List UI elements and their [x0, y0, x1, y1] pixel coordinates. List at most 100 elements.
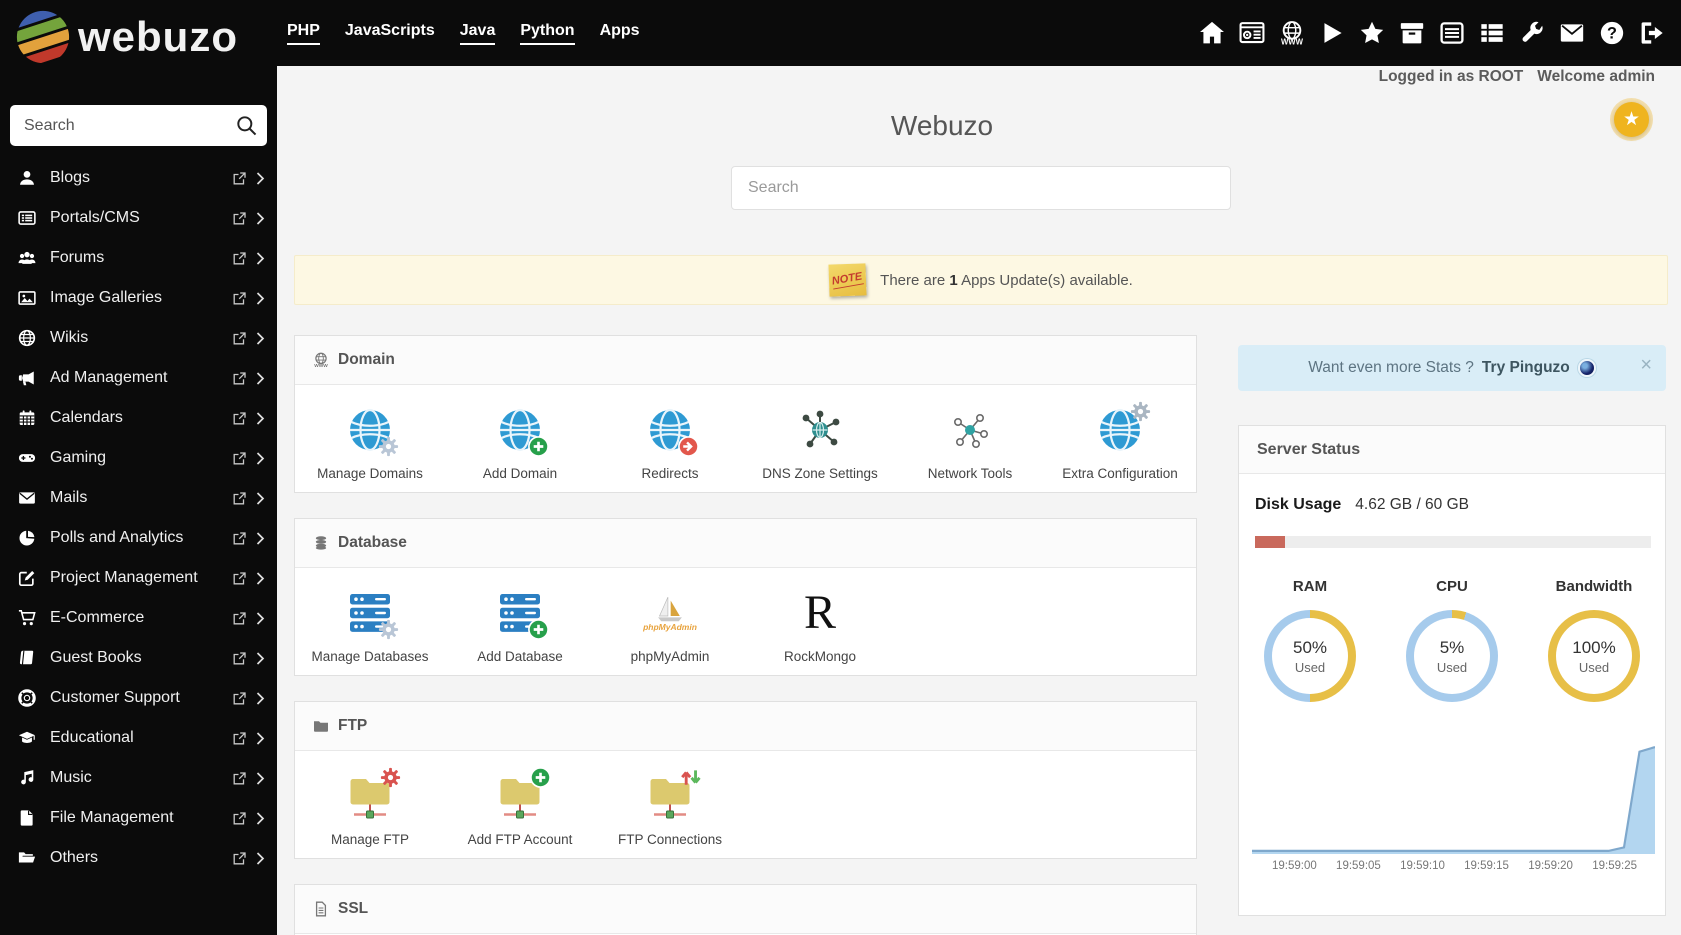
sidebar-search-input[interactable]	[10, 105, 267, 146]
disk-usage-label: Disk Usage	[1255, 496, 1342, 513]
external-link-icon	[233, 852, 246, 865]
sidebar-item-forums[interactable]: Forums	[0, 238, 277, 278]
www-globe-icon[interactable]	[1279, 20, 1305, 46]
server-status-title: Server Status	[1257, 440, 1361, 458]
top-icon-bar	[1199, 0, 1665, 66]
sidebar-search	[10, 105, 267, 146]
sidebar-item-educational[interactable]: Educational	[0, 718, 277, 758]
sidebar-item-guest-books[interactable]: Guest Books	[0, 638, 277, 678]
star-icon[interactable]	[1359, 20, 1385, 46]
nav-apps[interactable]: Apps	[600, 22, 640, 45]
sidebar-item-file-management[interactable]: File Management	[0, 798, 277, 838]
database-card-body: Manage Databases Add Database phpMyAdmin…	[295, 568, 1196, 675]
play-icon[interactable]	[1319, 20, 1345, 46]
list-alt-icon	[18, 209, 36, 227]
app-rockmongo[interactable]: R RockMongo	[745, 580, 895, 665]
resource-gauges: RAM 50% Used CPU 5% Used Bandwidth 100% Use…	[1239, 578, 1665, 702]
external-link-icon	[233, 772, 246, 785]
ssl-card: SSL	[294, 884, 1197, 935]
archive-icon[interactable]	[1399, 20, 1425, 46]
app-add-ftp-account[interactable]: Add FTP Account	[445, 763, 595, 848]
notice-text-before: There are	[880, 271, 946, 289]
main-search-input[interactable]	[731, 166, 1231, 210]
music-icon	[18, 769, 36, 787]
close-icon[interactable]: ×	[1640, 355, 1652, 375]
app-manage-ftp[interactable]: Manage FTP	[295, 763, 445, 848]
sidebar-item-polls-analytics[interactable]: Polls and Analytics	[0, 518, 277, 558]
gear-icon	[377, 435, 400, 458]
chevron-right-icon	[256, 292, 265, 305]
app-manage-databases[interactable]: Manage Databases	[295, 580, 445, 665]
chevron-right-icon	[256, 212, 265, 225]
gear-icon	[377, 618, 400, 641]
sidebar-item-customer-support[interactable]: Customer Support	[0, 678, 277, 718]
webuzo-logo[interactable]: webuzo	[14, 8, 238, 66]
external-link-icon	[233, 652, 246, 665]
note-icon: NOTE	[828, 263, 867, 297]
ram-gauge: RAM 50% Used	[1239, 578, 1381, 702]
app-dns-zone-settings[interactable]: DNS Zone Settings	[745, 397, 895, 482]
app-add-domain[interactable]: Add Domain	[445, 397, 595, 482]
sidebar-menu: Blogs Portals/CMS Forums Image Galleries…	[0, 158, 277, 878]
app-extra-configuration[interactable]: Extra Configuration	[1045, 397, 1195, 482]
help-icon[interactable]	[1599, 20, 1625, 46]
calendar-icon	[18, 409, 36, 427]
network-nodes-icon	[946, 406, 994, 454]
app-phpmyadmin[interactable]: phpMyAdmin phpMyAdmin	[595, 580, 745, 665]
favorites-star-button[interactable]: ★	[1614, 102, 1649, 137]
list-icon[interactable]	[1479, 20, 1505, 46]
server-icon[interactable]	[1439, 20, 1465, 46]
app-network-tools[interactable]: Network Tools	[895, 397, 1045, 482]
app-manage-domains[interactable]: Manage Domains	[295, 397, 445, 482]
sidebar-item-calendars[interactable]: Calendars	[0, 398, 277, 438]
cpu-gauge: CPU 5% Used	[1381, 578, 1523, 702]
wrench-icon[interactable]	[1519, 20, 1545, 46]
sidebar-item-e-commerce[interactable]: E-Commerce	[0, 598, 277, 638]
nav-php[interactable]: PHP	[287, 22, 320, 45]
external-link-icon	[233, 412, 246, 425]
section-title: Database	[338, 534, 407, 551]
logout-icon[interactable]	[1639, 20, 1665, 46]
pinguzo-banner: Want even more Stats ? Try Pinguzo ×	[1238, 345, 1666, 391]
plus-icon	[529, 766, 552, 789]
ftp-card-header: FTP	[295, 702, 1196, 751]
gamepad-icon	[18, 449, 36, 467]
mail-icon[interactable]	[1559, 20, 1585, 46]
search-icon[interactable]	[236, 115, 257, 136]
sidebar-item-others[interactable]: Others	[0, 838, 277, 878]
database-icon	[313, 535, 329, 551]
plus-icon	[527, 618, 550, 641]
certificate-doc-icon	[313, 901, 329, 917]
sidebar-item-ad-management[interactable]: Ad Management	[0, 358, 277, 398]
nav-javascripts[interactable]: JavaScripts	[345, 22, 435, 45]
app-redirects[interactable]: Redirects	[595, 397, 745, 482]
nav-python[interactable]: Python	[520, 22, 575, 45]
sidebar-item-mails[interactable]: Mails	[0, 478, 277, 518]
sidebar-item-project-management[interactable]: Project Management	[0, 558, 277, 598]
sidebar-item-portals-cms[interactable]: Portals/CMS	[0, 198, 277, 238]
sidebar-item-wikis[interactable]: Wikis	[0, 318, 277, 358]
app-add-database[interactable]: Add Database	[445, 580, 595, 665]
sidebar-item-music[interactable]: Music	[0, 758, 277, 798]
external-link-icon	[233, 492, 246, 505]
banner-text: Want even more Stats ?	[1308, 359, 1474, 376]
chevron-right-icon	[256, 372, 265, 385]
sidebar-item-gaming[interactable]: Gaming	[0, 438, 277, 478]
nav-java[interactable]: Java	[459, 22, 496, 45]
app-ftp-connections[interactable]: FTP Connections	[595, 763, 745, 848]
disk-usage-bar	[1255, 536, 1651, 548]
home-icon[interactable]	[1199, 20, 1225, 46]
sidebar-item-image-galleries[interactable]: Image Galleries	[0, 278, 277, 318]
category-cards-column: Domain Manage Domains Add Domain Redirec…	[294, 335, 1197, 935]
logged-in-as: Logged in as ROOT	[1378, 68, 1524, 85]
banner-cta[interactable]: Try Pinguzo	[1482, 359, 1570, 377]
up-down-arrows-icon	[679, 766, 702, 789]
image-icon	[18, 289, 36, 307]
sidebar-item-blogs[interactable]: Blogs	[0, 158, 277, 198]
chevron-right-icon	[256, 692, 265, 705]
usage-chart	[1252, 746, 1655, 854]
app-settings-icon[interactable]	[1239, 20, 1265, 46]
bandwidth-donut: 100% Used	[1548, 610, 1640, 702]
section-title: Domain	[338, 351, 395, 368]
file-icon	[18, 809, 36, 827]
